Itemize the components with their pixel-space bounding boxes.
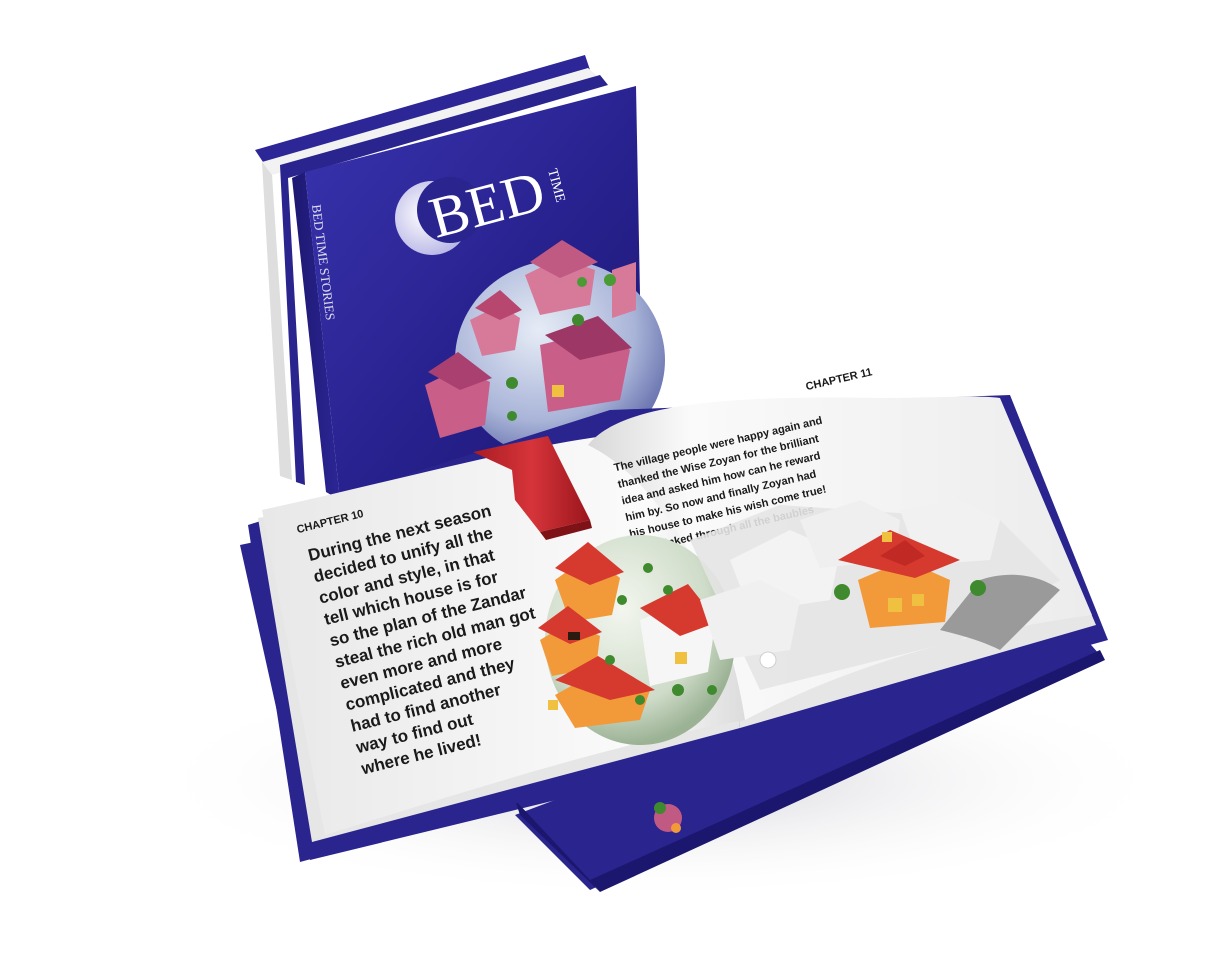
right-page-header: CHAPTER 11 <box>805 366 874 393</box>
book-scene: BED TIME STORIES BED TIME CHAPTER 10 Dur… <box>140 55 1180 900</box>
